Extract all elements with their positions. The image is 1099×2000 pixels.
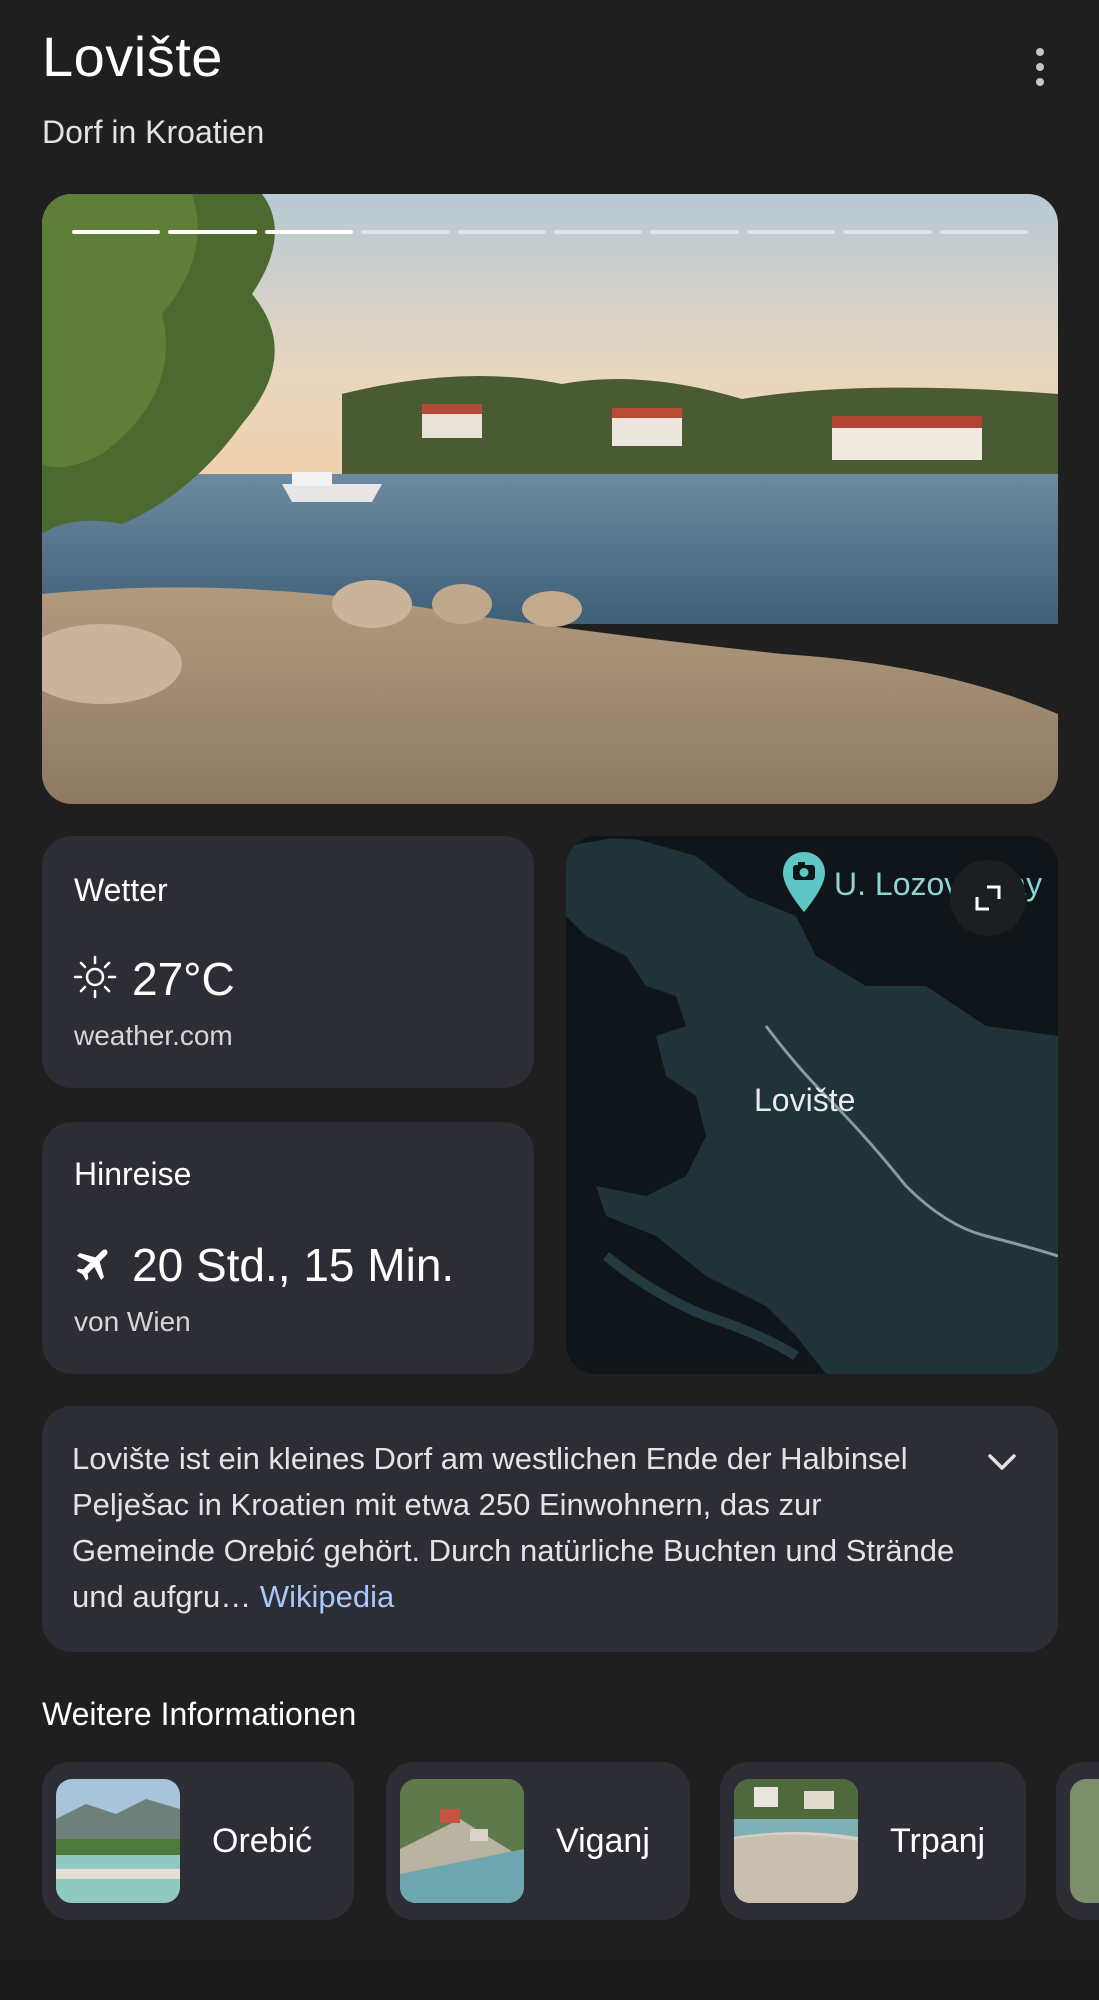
related-place-chip[interactable]: Viganj [386, 1762, 690, 1920]
place-thumbnail [56, 1779, 180, 1903]
progress-segment [843, 230, 932, 234]
page-title: Lovište [42, 25, 223, 88]
travel-origin: von Wien [74, 1306, 191, 1337]
progress-segment [361, 230, 450, 234]
related-place-chip[interactable]: Trpanj [720, 1762, 1026, 1920]
related-place-label: Trpanj [890, 1821, 986, 1860]
description-text: Lovište ist ein kleines Dorf am westlich… [72, 1436, 972, 1620]
related-place-chip-partial[interactable] [1056, 1762, 1099, 1920]
travel-label: Hinreise [74, 1156, 192, 1192]
progress-segment [746, 230, 836, 234]
progress-segment [939, 230, 1029, 234]
airplane-icon [74, 1243, 114, 1288]
place-thumbnail [734, 1779, 858, 1903]
gallery-progress [72, 230, 1029, 234]
description-body: Lovište ist ein kleines Dorf am westlich… [72, 1441, 955, 1614]
progress-segment [72, 230, 161, 234]
progress-segment [554, 230, 643, 234]
map-card[interactable]: Lovište U. Lozova Bay [566, 836, 1058, 1374]
progress-segment [168, 230, 257, 234]
related-place-chip[interactable]: Orebić [42, 1762, 354, 1920]
temperature: 27°C [132, 953, 235, 1005]
wikipedia-link[interactable]: Wikipedia [260, 1579, 394, 1614]
related-place-label: Orebić [212, 1821, 313, 1860]
place-thumbnail [400, 1779, 524, 1903]
travel-card[interactable]: Hinreise 20 Std., 15 Min. von Wien [42, 1122, 534, 1374]
map-place-label: Lovište [754, 1082, 856, 1118]
place-thumbnail [1070, 1779, 1099, 1903]
description-card[interactable]: Lovište ist ein kleines Dorf am westlich… [42, 1406, 1058, 1652]
hero-image[interactable] [42, 194, 1058, 804]
weather-label: Wetter [74, 872, 168, 908]
expand-icon[interactable] [950, 860, 1026, 936]
progress-segment [650, 230, 739, 234]
weather-card[interactable]: Wetter 27°C weather.com [42, 836, 534, 1088]
related-place-label: Viganj [556, 1821, 650, 1860]
beach-photo [42, 194, 1058, 804]
weather-source: weather.com [74, 1020, 233, 1051]
progress-segment [457, 230, 547, 234]
more-info-title: Weitere Informationen [42, 1696, 357, 1732]
progress-segment [264, 230, 354, 234]
camera-pin-icon [780, 850, 828, 919]
chevron-down-icon[interactable] [982, 1442, 1022, 1482]
sun-icon [72, 954, 118, 1005]
more-vert-icon[interactable] [1022, 44, 1058, 90]
bottom-bar [0, 1960, 1099, 2000]
page-subtitle: Dorf in Kroatien [42, 114, 265, 150]
travel-duration: 20 Std., 15 Min. [132, 1239, 455, 1291]
